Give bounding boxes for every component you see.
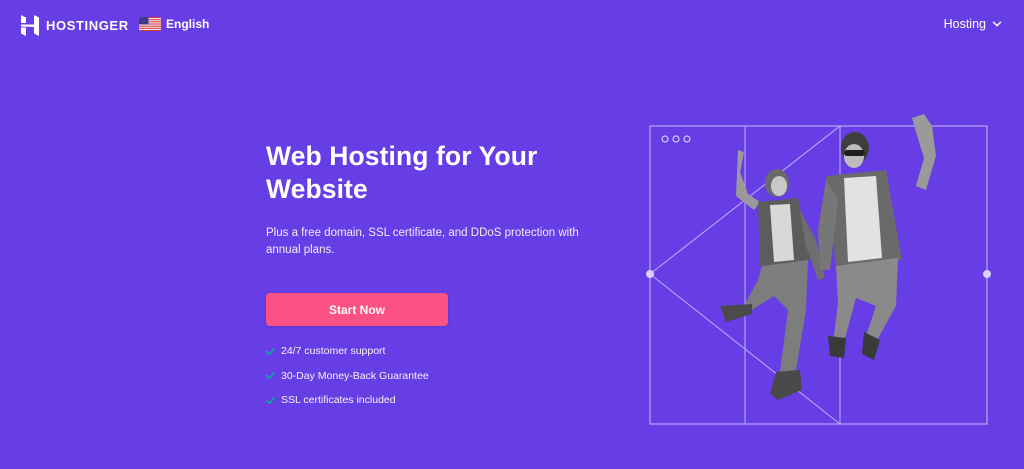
hero-subtitle: Plus a free domain, SSL certificate, and… — [266, 227, 579, 256]
window-dot-icon — [672, 135, 680, 143]
start-now-button[interactable]: Start Now — [266, 293, 448, 326]
check-icon — [266, 371, 275, 379]
feature-text: 24/7 customer support — [281, 345, 386, 357]
person-woman-jumping — [720, 150, 825, 400]
list-item: 30-Day Money-Back Guarantee — [266, 368, 429, 384]
browser-frame-illustration — [646, 114, 991, 425]
language-selector[interactable]: English — [139, 17, 209, 31]
language-label: English — [166, 17, 210, 31]
window-dot-icon — [683, 135, 691, 143]
hostinger-logo[interactable]: HOSTINGER — [21, 15, 129, 36]
hostinger-logo-icon — [21, 15, 39, 36]
frame-handle-right — [983, 270, 991, 278]
page-title: Web Hosting for Your Website — [266, 141, 538, 204]
list-item: 24/7 customer support — [266, 343, 429, 359]
window-dot-icon — [661, 135, 669, 143]
feature-text: 30-Day Money-Back Guarantee — [281, 369, 429, 382]
nav-hosting-label: Hosting — [943, 17, 986, 31]
frame-handle-left — [646, 270, 654, 278]
chevron-down-icon — [992, 21, 1002, 27]
hero-illustration — [640, 110, 1000, 440]
person-man-jumping — [818, 114, 936, 360]
nav-hosting-dropdown[interactable]: Hosting — [944, 17, 1002, 31]
check-icon — [266, 347, 275, 355]
us-flag-icon — [139, 17, 161, 31]
check-icon — [266, 396, 275, 404]
hero-section: Web Hosting for Your Website Plus a free… — [266, 140, 606, 259]
brand-name: HOSTINGER — [46, 18, 129, 33]
list-item: SSL certificates included — [266, 392, 429, 408]
feature-text: SSL certificates included — [281, 394, 396, 406]
site-header: HOSTINGER English Hosting — [0, 0, 1024, 50]
feature-list: 24/7 customer support 30-Day Money-Back … — [266, 343, 429, 417]
